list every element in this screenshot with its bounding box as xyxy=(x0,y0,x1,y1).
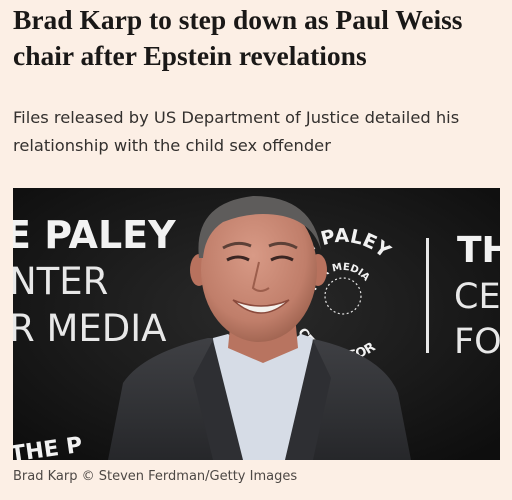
backdrop-divider xyxy=(426,238,429,353)
backdrop-right-line-2: CE xyxy=(454,277,500,317)
backdrop-right-line-3: FO xyxy=(454,322,500,362)
article-photo: E PALEY NTER R MEDIA THE PALEY CENTER FO… xyxy=(13,188,500,460)
backdrop-text-line-3: R MEDIA xyxy=(13,307,167,350)
backdrop-right-line-1: TH xyxy=(457,230,500,271)
backdrop-text-line-2: NTER xyxy=(13,260,108,303)
backdrop-text-line-1: E PALEY xyxy=(13,213,176,257)
article-standfirst: Files released by US Department of Justi… xyxy=(13,108,460,155)
article-headline: Brad Karp to step down as Paul Weiss cha… xyxy=(13,4,463,71)
photo-illustration: E PALEY NTER R MEDIA THE PALEY CENTER FO… xyxy=(13,188,500,460)
photo-caption: Brad Karp © Steven Ferdman/Getty Images xyxy=(13,469,298,484)
